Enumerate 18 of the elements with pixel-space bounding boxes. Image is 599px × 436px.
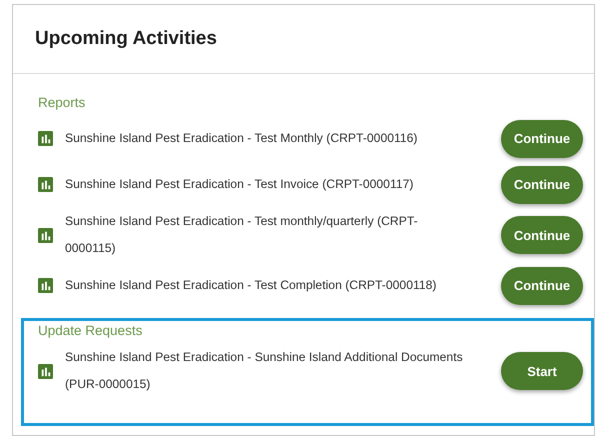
- activity-title: Sunshine Island Pest Eradication - Test Monthly (CRPT-0000116): [65, 130, 418, 147]
- section-heading: Update Requests: [38, 323, 144, 338]
- chart-icon: [38, 177, 53, 192]
- chart-icon: [38, 228, 53, 242]
- activity-title: Sunshine Island Pest Eradication - Test Completion (CRPT-0000118): [65, 277, 438, 294]
- chart-icon: [38, 131, 53, 146]
- action-button[interactable]: Continue: [501, 120, 583, 158]
- chart-icon: [38, 364, 53, 378]
- section-heading: Reports: [38, 95, 86, 110]
- action-button[interactable]: Continue: [501, 166, 583, 204]
- card-title: Upcoming Activities: [35, 28, 217, 50]
- action-button[interactable]: Continue: [501, 216, 583, 254]
- chart-icon: [38, 278, 53, 293]
- activity-title: Sunshine Island Pest Eradication - Sunshine Island Additional Documents (PUR-0000015): [65, 349, 464, 393]
- activity-title: Sunshine Island Pest Eradication - Test monthly/quarterly (CRPT-0000115): [65, 213, 419, 257]
- action-button[interactable]: Start: [501, 352, 583, 390]
- action-button[interactable]: Continue: [501, 266, 583, 304]
- activity-title: Sunshine Island Pest Eradication - Test Invoice (CRPT-0000117): [65, 176, 414, 193]
